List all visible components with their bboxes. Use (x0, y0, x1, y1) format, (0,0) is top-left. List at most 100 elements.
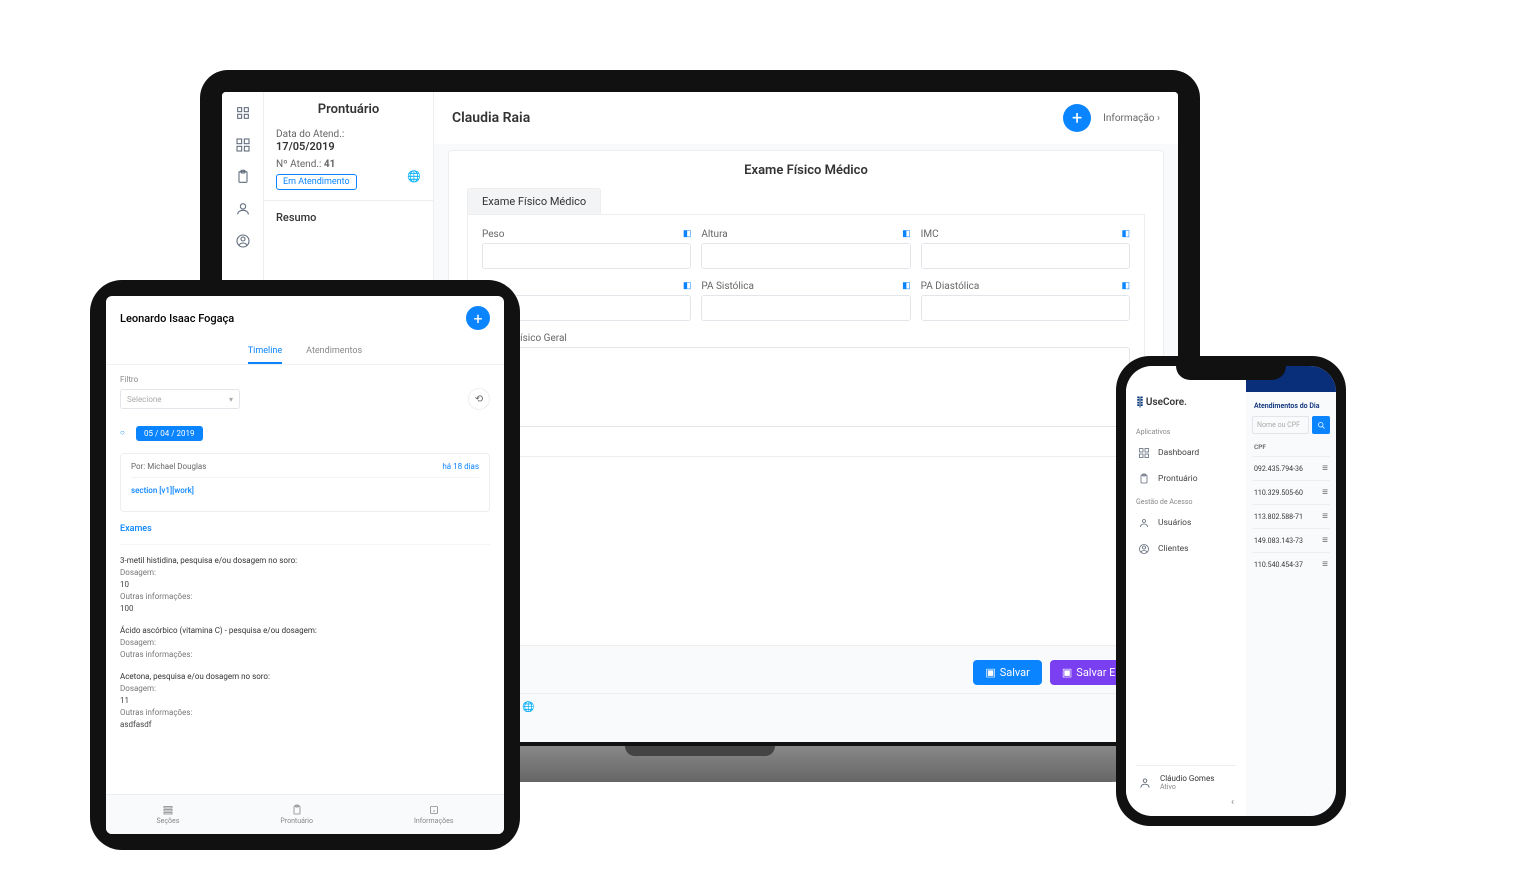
table-row[interactable]: 110.540.454-37≡ (1252, 552, 1330, 576)
field-pa-sistolica: PA Sistólica◧ (701, 281, 910, 321)
input-altura[interactable] (701, 243, 910, 269)
date-label: Data do Atend.: (276, 129, 421, 140)
field-imc: IMC◧ (921, 229, 1130, 269)
filter-label: Filtro (120, 375, 490, 384)
textarea-exame-geral[interactable] (482, 347, 1130, 427)
brand-logo: ⁞|⁞ UseCore. (1136, 394, 1236, 410)
field-altura: Altura◧ (701, 229, 910, 269)
exam-item: 3-metil histidina, pesquisa e/ou dosagem… (120, 555, 490, 615)
field-icon[interactable]: ◧ (683, 281, 692, 292)
phone-screen: ⁞|⁞ UseCore. Aplicativos Dashboard Pront… (1126, 366, 1336, 816)
input-pa-sis[interactable] (701, 295, 910, 321)
collapse-drawer-button[interactable]: ‹ (1136, 793, 1236, 808)
table-row[interactable]: 110.329.505-60≡ (1252, 480, 1330, 504)
sync-button[interactable]: ⟲ (468, 388, 490, 410)
section-gestao: Gestão de Acesso (1136, 498, 1236, 506)
field-exame-geral: Exame Físico Geral (482, 333, 1130, 430)
dashboard-icon[interactable] (234, 136, 252, 154)
card-tab[interactable]: Exame Físico Médico (467, 188, 601, 214)
globe-icon: 🌐 (522, 702, 534, 713)
phone-notch (1176, 356, 1286, 380)
field-icon[interactable]: ◧ (683, 229, 692, 240)
num-label: Nº Atend.: 41 (276, 159, 421, 170)
menu-prontuario[interactable]: Prontuário (1136, 466, 1236, 492)
input-imc[interactable] (921, 243, 1130, 269)
field-peso: Peso◧ (482, 229, 691, 269)
table-row[interactable]: 113.802.588-71≡ (1252, 504, 1330, 528)
tablet-bezel: Leonardo Isaac Fogaça + Timeline Atendim… (90, 280, 520, 850)
search-button[interactable] (1312, 416, 1330, 434)
row-menu-icon[interactable]: ≡ (1322, 463, 1328, 474)
bottom-nav: Seções Prontuário Informações (106, 794, 504, 834)
nav-informacoes[interactable]: Informações (414, 804, 454, 825)
input-peso[interactable] (482, 243, 691, 269)
phone-main: Atendimentos do Dia Nome ou CPF CPF 092.… (1246, 366, 1336, 816)
tablet-screen: Leonardo Isaac Fogaça + Timeline Atendim… (106, 296, 504, 834)
clipboard-icon[interactable] (234, 168, 252, 186)
tablet-header: Leonardo Isaac Fogaça + (106, 296, 504, 340)
table-row[interactable]: 149.083.143-73≡ (1252, 528, 1330, 552)
drawer-user[interactable]: Cláudio Gomes Ativo (1136, 765, 1236, 793)
tabs: Timeline Atendimentos (106, 340, 504, 365)
main-area: Claudia Raia + Informação Exame Físico M… (434, 92, 1178, 742)
exames-heading[interactable]: Exames (120, 518, 490, 545)
nav-drawer: ⁞|⁞ UseCore. Aplicativos Dashboard Pront… (1126, 366, 1246, 816)
footer-note: Por: Ivan Ervilha 🌐 há 3 dias (434, 693, 1178, 721)
menu-dashboard[interactable]: Dashboard (1136, 440, 1236, 466)
table-row[interactable]: 092.435.794-36≡ (1252, 456, 1330, 480)
save-icon: ▣ (985, 666, 995, 679)
input-pa-dia[interactable] (921, 295, 1130, 321)
row-menu-icon[interactable]: ≡ (1322, 511, 1328, 522)
card-title: Exame Físico Médico (467, 163, 1145, 178)
column-header: CPF (1252, 440, 1330, 456)
field-icon[interactable]: ◧ (1121, 281, 1130, 292)
logo-icon[interactable] (234, 104, 252, 122)
patient-name: Claudia Raia (452, 110, 530, 126)
date-value: 17/05/2019 (276, 140, 421, 153)
tablet-body: Filtro Selecione▾ ⟲ 05 / 04 / 2019 Por: … (106, 365, 504, 794)
side-panel-title: Prontuário (276, 102, 421, 117)
card-ago: há 18 dias (442, 462, 479, 471)
patient-name: Leonardo Isaac Fogaça (120, 312, 234, 325)
nav-prontuario[interactable]: Prontuário (280, 804, 313, 825)
timeline-card: Por: Michael Douglas há 18 dias section … (120, 453, 490, 512)
logo-mark-icon: ⁞|⁞ (1136, 394, 1142, 410)
exam-item: Acetona, pesquisa e/ou dosagem no soro:D… (120, 671, 490, 731)
menu-clientes[interactable]: Clientes (1136, 536, 1236, 562)
release-icon: ▣ (1062, 666, 1072, 679)
tab-timeline[interactable]: Timeline (248, 340, 282, 364)
main-heading: Atendimentos do Dia (1254, 402, 1328, 410)
globe-icon[interactable]: 🌐 (407, 170, 421, 183)
row-menu-icon[interactable]: ≡ (1322, 559, 1328, 570)
status-badge: Em Atendimento (276, 174, 357, 190)
row-menu-icon[interactable]: ≡ (1322, 535, 1328, 546)
phone-mockup: ⁞|⁞ UseCore. Aplicativos Dashboard Pront… (1116, 356, 1346, 826)
salvar-button[interactable]: ▣Salvar (973, 660, 1042, 685)
row-menu-icon[interactable]: ≡ (1322, 487, 1328, 498)
chevron-down-icon: ▾ (229, 395, 233, 404)
main-header: Claudia Raia + Informação (434, 92, 1178, 144)
add-button[interactable]: + (466, 306, 490, 330)
form-area: Peso◧ Altura◧ IMC◧ (467, 214, 1145, 457)
field-icon[interactable]: ◧ (902, 281, 911, 292)
phone-bezel: ⁞|⁞ UseCore. Aplicativos Dashboard Pront… (1116, 356, 1346, 826)
field-icon[interactable]: ◧ (1121, 229, 1130, 240)
resumo-link[interactable]: Resumo (276, 211, 421, 224)
filter-select[interactable]: Selecione▾ (120, 389, 240, 409)
section-link[interactable]: section [v1][work] (131, 477, 479, 503)
person-icon[interactable] (234, 232, 252, 250)
search-input[interactable]: Nome ou CPF (1252, 416, 1309, 434)
users-icon[interactable] (234, 200, 252, 218)
menu-usuarios[interactable]: Usuários (1136, 510, 1236, 536)
field-icon[interactable]: ◧ (902, 229, 911, 240)
section-aplicativos: Aplicativos (1136, 428, 1236, 436)
tab-atendimentos[interactable]: Atendimentos (306, 340, 362, 364)
add-button[interactable]: + (1063, 104, 1091, 132)
nav-secoes[interactable]: Seções (157, 804, 180, 825)
info-link[interactable]: Informação (1103, 113, 1160, 124)
action-bar: ▣Salvar ▣Salvar E Liberar (434, 652, 1178, 693)
exam-card: Exame Físico Médico Exame Físico Médico … (448, 150, 1164, 646)
tablet-mockup: Leonardo Isaac Fogaça + Timeline Atendim… (90, 280, 520, 850)
date-chip[interactable]: 05 / 04 / 2019 (136, 426, 203, 441)
exame-fisico-link[interactable]: Exame Físico (434, 721, 1178, 742)
